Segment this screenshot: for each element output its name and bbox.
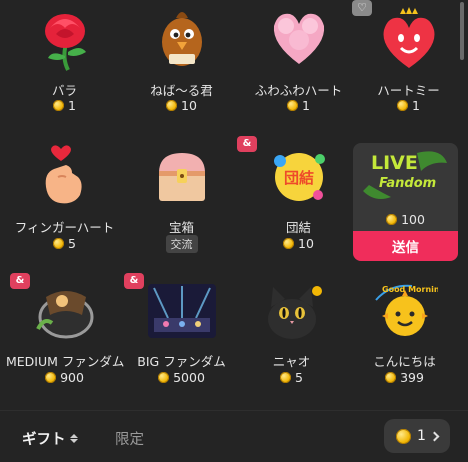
gift-name: ふわふわハート — [254, 83, 343, 98]
gift-grid: バラ 1 ねば〜る君 10 ふわふわハート 1 ♡ ハートミー 1 フィンガーハ… — [0, 0, 468, 410]
coin-icon — [283, 238, 295, 249]
gift-name: BIG ファンダム — [137, 354, 226, 369]
gift-name: MEDIUM ファンダム — [6, 354, 125, 369]
gift-item-treasure-chest[interactable]: 宝箱 交流 — [123, 135, 240, 260]
gift-name: ハートミー — [377, 83, 440, 98]
price-value: 10 — [298, 236, 314, 251]
coin-icon — [385, 372, 397, 383]
gift-price: 900 — [6, 370, 123, 385]
coin-icon — [280, 372, 292, 383]
chevron-right-icon — [429, 431, 440, 441]
gift-price: 5 — [6, 236, 123, 251]
gift-name: 宝箱 — [168, 220, 194, 235]
gift-price: 399 — [346, 370, 463, 385]
gift-item-finger-heart[interactable]: フィンガーハート 5 — [6, 135, 123, 260]
nebaru-kun-icon — [161, 12, 202, 66]
gift-name: バラ — [51, 83, 77, 98]
unity-logo-text: 団結 — [283, 169, 313, 187]
coin-icon — [166, 100, 178, 111]
gift-item-rose[interactable]: バラ 1 — [6, 0, 123, 118]
fandom-logo-text: Fandom — [379, 176, 436, 191]
gift-name: ニャオ — [272, 354, 311, 369]
gift-item-cat[interactable]: ニャオ 5 — [233, 268, 350, 393]
price-value: 100 — [401, 212, 425, 227]
coin-icon — [287, 100, 299, 111]
heart-me-icon — [383, 7, 434, 68]
heart-badge-icon: ♡ — [352, 0, 372, 16]
new-badge-icon: & — [237, 136, 257, 152]
tab-limited[interactable]: 限定 — [115, 428, 144, 449]
price-value: 5 — [295, 370, 303, 385]
unity-icon: 団結 — [273, 153, 325, 201]
gift-price: 10 — [240, 236, 357, 251]
gift-item-live-fandom-selected[interactable]: LIVE Fandom 100 送信 — [353, 143, 458, 261]
gift-name: こんにちは — [373, 354, 436, 369]
gift-price: 100 — [353, 212, 458, 227]
finger-heart-icon — [45, 145, 82, 204]
coin-icon — [396, 428, 412, 444]
treasure-chest-icon — [158, 153, 205, 201]
live-fandom-icon: LIVE Fandom — [363, 151, 447, 199]
big-fandom-icon — [147, 284, 216, 338]
gift-price: 10 — [123, 98, 240, 113]
medium-fandom-icon — [35, 291, 93, 339]
coin-icon — [158, 372, 170, 383]
coin-balance-button[interactable]: 1 — [384, 419, 450, 453]
gift-panel-footer: ギフト 限定 1 — [0, 410, 468, 462]
fluffy-heart-icon — [273, 13, 324, 64]
balance-value: 1 — [417, 428, 426, 444]
price-value: 10 — [181, 98, 197, 113]
good-morning-logo-text: Good Morning — [382, 285, 438, 294]
gift-item-big-fandom[interactable]: & BIG ファンダム 5000 — [123, 268, 240, 393]
interaction-tag: 交流 — [165, 235, 198, 253]
gift-name: ねば〜る君 — [150, 83, 213, 98]
rose-icon — [44, 14, 86, 71]
gift-item-fluffy-heart[interactable]: ふわふわハート 1 — [240, 0, 357, 118]
price-value: 1 — [412, 98, 420, 113]
price-value: 1 — [302, 98, 310, 113]
gift-item-heart-me[interactable]: ♡ ハートミー 1 — [350, 0, 467, 118]
gift-name: フィンガーハート — [14, 220, 115, 235]
gift-price: 5000 — [123, 370, 240, 385]
send-button[interactable]: 送信 — [353, 231, 458, 261]
tab-gift-label: ギフト — [22, 432, 66, 448]
gift-price: 5 — [233, 370, 350, 385]
coin-icon — [53, 238, 65, 249]
sort-icon — [69, 434, 78, 443]
gift-price: 1 — [350, 98, 467, 113]
hello-sun-icon: Good Morning — [374, 284, 438, 336]
cat-icon — [267, 286, 322, 339]
scrollbar[interactable] — [460, 2, 464, 60]
gift-item-nebaru-kun[interactable]: ねば〜る君 10 — [123, 0, 240, 118]
live-logo-text: LIVE — [371, 152, 418, 174]
price-value: 5000 — [173, 370, 205, 385]
gift-price: 1 — [240, 98, 357, 113]
gift-item-hello[interactable]: Good Morning こんにちは 399 — [346, 268, 463, 393]
coin-icon — [45, 372, 57, 383]
gift-name: 団結 — [285, 220, 311, 235]
price-value: 900 — [60, 370, 84, 385]
new-badge-icon: & — [10, 273, 30, 289]
tab-gift[interactable]: ギフト — [22, 428, 78, 449]
gift-price: 1 — [6, 98, 123, 113]
coin-icon — [386, 214, 398, 225]
price-value: 399 — [400, 370, 424, 385]
new-badge-icon: & — [124, 273, 144, 289]
price-value: 1 — [68, 98, 76, 113]
coin-icon — [397, 100, 409, 111]
gift-item-unity[interactable]: & 団結 団結 10 — [237, 135, 357, 260]
price-value: 5 — [68, 236, 76, 251]
coin-icon — [53, 100, 65, 111]
gift-item-medium-fandom[interactable]: & MEDIUM ファンダム 900 — [6, 268, 125, 393]
